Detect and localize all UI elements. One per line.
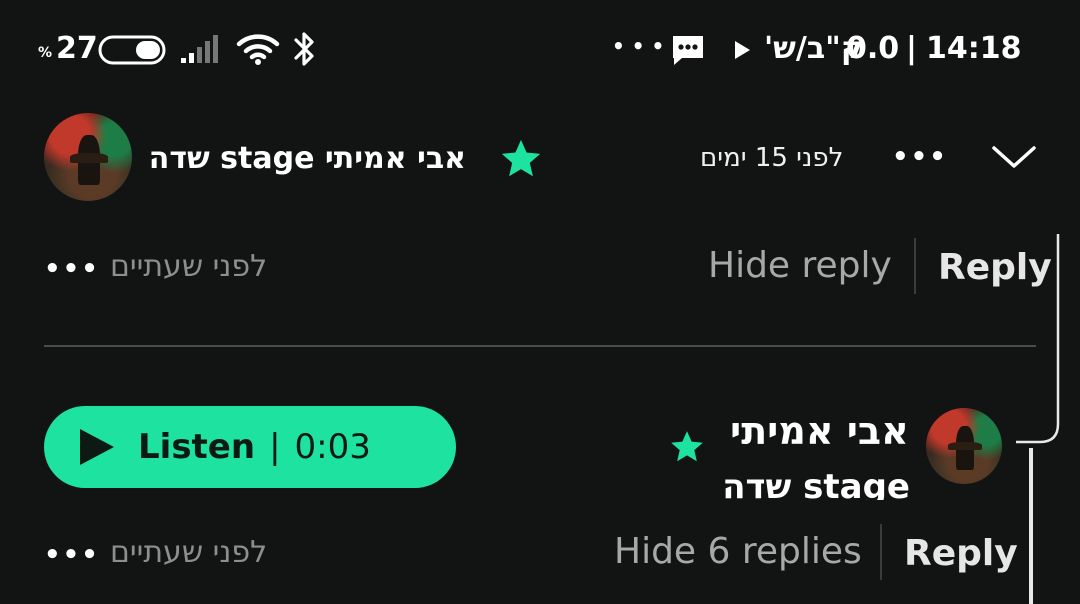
play-icon <box>74 425 118 469</box>
star-icon <box>668 428 706 466</box>
more-options-icon[interactable]: ••• <box>44 256 100 282</box>
hide-replies-button[interactable]: Hide 6 replies <box>614 534 862 570</box>
wifi-icon <box>236 32 280 66</box>
thread-connector <box>1029 448 1033 604</box>
listen-button[interactable]: Listen | 0:03 <box>44 406 456 488</box>
bluetooth-icon <box>292 30 318 68</box>
post-time-ago: לפני 15 ימים <box>700 143 844 173</box>
post-header[interactable]: אבי אמיתי stage שדה לפני 15 ימים ••• <box>0 108 1080 208</box>
data-rate: 0.0 <box>846 31 900 66</box>
listen-label: Listen <box>138 427 256 467</box>
battery-icon <box>98 35 166 65</box>
hide-reply-button[interactable]: Hide reply <box>708 248 892 284</box>
section-divider <box>44 345 1036 347</box>
chevron-down-icon[interactable] <box>990 142 1038 172</box>
reply-time-ago: לפני שעתיים <box>110 249 268 284</box>
more-options-icon[interactable]: ••• <box>44 542 100 568</box>
battery-level: 27 <box>56 31 98 66</box>
star-icon <box>498 136 544 182</box>
avatar[interactable] <box>44 113 132 201</box>
author-name[interactable]: אבי אמיתי stage שדה <box>149 144 466 174</box>
overflow-indicator: • • • <box>612 34 665 58</box>
battery-percent-symbol: % <box>38 45 53 61</box>
listen-separator: | <box>269 427 281 467</box>
reply-button[interactable]: Reply <box>904 536 1018 572</box>
more-options-icon[interactable]: ••• <box>892 144 948 170</box>
reply-time-ago: לפני שעתיים <box>110 535 268 570</box>
avatar[interactable] <box>926 408 1002 484</box>
action-divider <box>880 524 882 580</box>
comment-author-subtitle: stage שדה <box>722 467 910 500</box>
status-separator: | <box>906 31 917 66</box>
message-icon <box>670 32 706 68</box>
signal-icon <box>180 32 222 64</box>
comment-author-name[interactable]: אבי אמיתי <box>730 412 910 450</box>
audio-duration: 0:03 <box>294 427 371 467</box>
status-bar: % 27 • • • ק"ב/ש' 0.0 | 14:18 <box>0 0 1080 100</box>
comment-item: Listen | 0:03 אבי אמיתי stage שדה <box>0 400 1080 500</box>
clock: 14:18 <box>926 31 1022 66</box>
reply-actions-row: ••• לפני שעתיים Hide reply Reply <box>0 230 1080 300</box>
reply-actions-row: ••• לפני שעתיים Hide 6 replies Reply <box>0 516 1020 586</box>
action-divider <box>914 238 916 294</box>
play-icon <box>732 38 752 62</box>
